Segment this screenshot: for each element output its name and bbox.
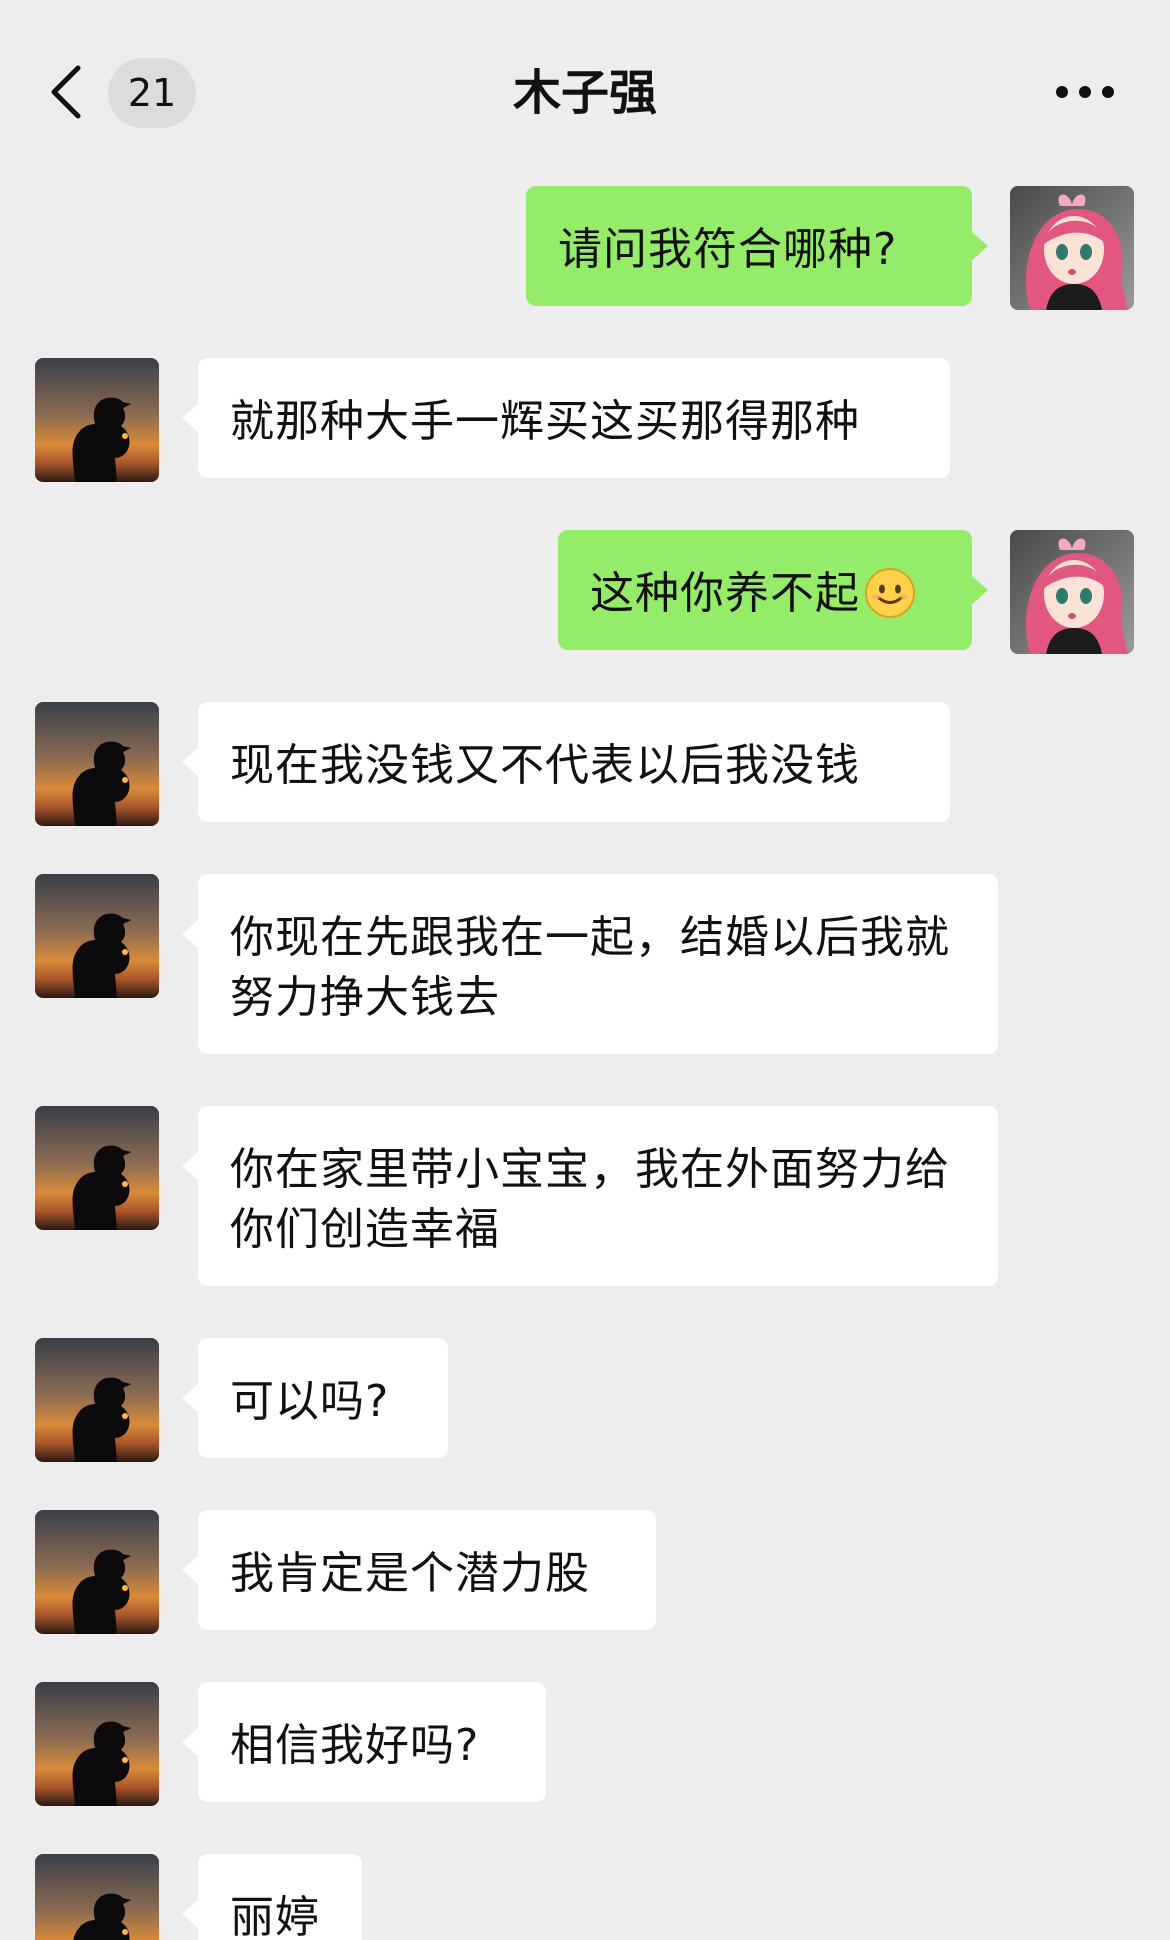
message-bubble-other[interactable]: 现在我没钱又不代表以后我没钱 [182, 702, 950, 822]
message-text: 你现在先跟我在一起，结婚以后我就努力挣大钱去 [230, 912, 950, 1023]
message-text: 你在家里带小宝宝，我在外面努力给你们创造幸福 [230, 1144, 950, 1255]
message-bubble-self[interactable]: 这种你养不起 [558, 530, 988, 650]
message-text: 可以吗? [230, 1376, 390, 1427]
more-button[interactable] [1052, 72, 1118, 112]
message-text: 我肯定是个潜力股 [230, 1548, 590, 1599]
contact-avatar[interactable] [35, 702, 159, 826]
chat-screen: 21 木子强 请问我符合哪种? 就那种大手一辉买这买那得那种 这种你养不起 现在… [0, 0, 1170, 1940]
message-bubble-other[interactable]: 可以吗? [182, 1338, 448, 1458]
contact-avatar[interactable] [35, 1106, 159, 1230]
contact-avatar[interactable] [35, 1510, 159, 1634]
chat-header: 21 木子强 [0, 0, 1170, 170]
message-bubble-self[interactable]: 请问我符合哪种? [526, 186, 988, 306]
contact-avatar[interactable] [35, 874, 159, 998]
contact-avatar[interactable] [35, 1338, 159, 1462]
message-bubble-other[interactable]: 你现在先跟我在一起，结婚以后我就努力挣大钱去 [182, 874, 998, 1054]
smiley-emoji-icon [864, 567, 916, 619]
chat-title: 木子强 [512, 65, 657, 121]
message-text: 请问我符合哪种? [558, 224, 898, 275]
contact-avatar[interactable] [35, 358, 159, 482]
contact-avatar[interactable] [35, 1854, 159, 1940]
message-bubble-other[interactable]: 相信我好吗? [182, 1682, 546, 1802]
message-text: 这种你养不起 [590, 568, 860, 619]
my-avatar[interactable] [1010, 530, 1134, 654]
my-avatar[interactable] [1010, 186, 1134, 310]
message-text: 丽婷 [230, 1892, 320, 1940]
message-bubble-other[interactable]: 你在家里带小宝宝，我在外面努力给你们创造幸福 [182, 1106, 998, 1286]
message-bubble-other[interactable]: 丽婷 [182, 1854, 362, 1940]
contact-avatar[interactable] [35, 1682, 159, 1806]
more-dots-icon [1056, 86, 1114, 98]
message-text: 就那种大手一辉买这买那得那种 [230, 396, 860, 447]
message-bubble-other[interactable]: 就那种大手一辉买这买那得那种 [182, 358, 950, 478]
message-text: 现在我没钱又不代表以后我没钱 [230, 740, 860, 791]
message-text: 相信我好吗? [230, 1720, 480, 1771]
message-bubble-other[interactable]: 我肯定是个潜力股 [182, 1510, 656, 1630]
